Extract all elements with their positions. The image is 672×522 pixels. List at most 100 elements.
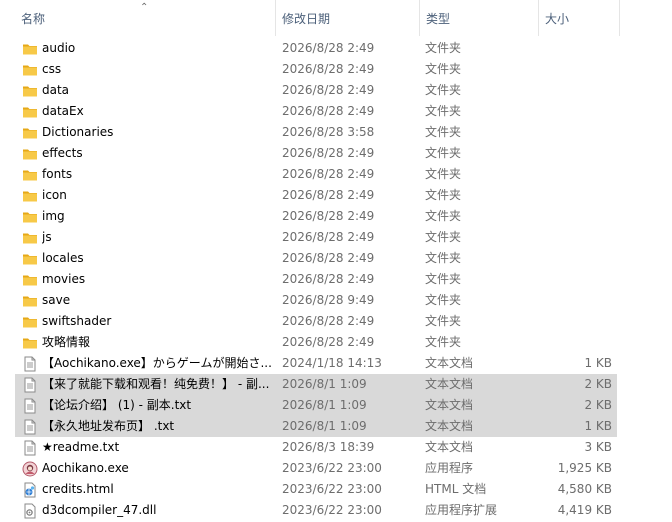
file-type: 文件夹 bbox=[425, 251, 462, 265]
file-type: 文本文档 bbox=[425, 356, 474, 370]
file-row[interactable]: 【来了就能下载和观看！纯免费！】 - 副... 2026/8/1 1:09 文本文档… bbox=[15, 374, 617, 395]
file-row[interactable]: credits.html 2023/6/22 23:00 HTML 文档 4,580 … bbox=[15, 479, 617, 500]
folder-icon bbox=[22, 41, 38, 57]
folder-icon bbox=[22, 314, 38, 330]
folder-row[interactable]: movies 2026/8/28 2:49 文件夹 bbox=[15, 269, 617, 290]
file-type: 文件夹 bbox=[425, 272, 462, 286]
file-modified-date: 2026/8/28 2:49 bbox=[282, 209, 375, 223]
file-type: 文件夹 bbox=[425, 209, 462, 223]
folder-row[interactable]: img 2026/8/28 2:49 文件夹 bbox=[15, 206, 617, 227]
text-file-icon bbox=[22, 398, 38, 414]
file-type: 文本文档 bbox=[425, 398, 474, 412]
file-row[interactable]: 【Aochikano.exe】からゲームが開始さ... 2024/1/18 14:… bbox=[15, 353, 617, 374]
file-name: effects bbox=[42, 146, 83, 160]
folder-row[interactable]: data 2026/8/28 2:49 文件夹 bbox=[15, 80, 617, 101]
file-name: Dictionaries bbox=[42, 125, 114, 139]
column-header-type[interactable]: 类型 bbox=[420, 0, 539, 36]
folder-icon bbox=[22, 62, 38, 78]
file-row[interactable]: d3dcompiler_47.dll 2023/6/22 23:00 应用程序扩展 4… bbox=[15, 500, 617, 521]
file-modified-date: 2026/8/1 1:09 bbox=[282, 377, 367, 391]
file-type: 文本文档 bbox=[425, 419, 474, 433]
file-modified-date: 2026/8/28 2:49 bbox=[282, 230, 375, 244]
file-modified-date: 2026/8/1 1:09 bbox=[282, 398, 367, 412]
file-modified-date: 2023/6/22 23:00 bbox=[282, 482, 382, 496]
file-modified-date: 2026/8/28 2:49 bbox=[282, 188, 375, 202]
folder-icon bbox=[22, 293, 38, 309]
file-size: 3 KB bbox=[584, 440, 612, 454]
file-modified-date: 2026/8/3 18:39 bbox=[282, 440, 375, 454]
file-name: 【论坛介绍】 (1) - 副本.txt bbox=[42, 398, 192, 412]
file-type: 文件夹 bbox=[425, 230, 462, 244]
file-type: 文件夹 bbox=[425, 314, 462, 328]
file-name: ★readme.txt bbox=[42, 440, 120, 454]
folder-icon bbox=[22, 125, 38, 141]
file-modified-date: 2026/8/28 2:49 bbox=[282, 146, 375, 160]
file-modified-date: 2026/8/28 2:49 bbox=[282, 251, 375, 265]
sort-ascending-icon: ⌃ bbox=[140, 2, 149, 13]
folder-icon bbox=[22, 188, 38, 204]
column-header-type-label: 类型 bbox=[426, 12, 451, 26]
file-row[interactable]: 【永久地址发布页】 .txt 2026/8/1 1:09 文本文档 1 KB bbox=[15, 416, 617, 437]
file-modified-date: 2026/8/1 1:09 bbox=[282, 419, 367, 433]
file-modified-date: 2026/8/28 2:49 bbox=[282, 272, 375, 286]
file-modified-date: 2026/8/28 2:49 bbox=[282, 335, 375, 349]
column-header-name[interactable]: 名称 ⌃ bbox=[0, 0, 276, 36]
file-row[interactable]: ★readme.txt 2026/8/3 18:39 文本文档 3 KB bbox=[15, 437, 617, 458]
file-type: 文件夹 bbox=[425, 293, 462, 307]
file-type: 文件夹 bbox=[425, 167, 462, 181]
file-name: save bbox=[42, 293, 71, 307]
folder-icon bbox=[22, 146, 38, 162]
file-type: 文件夹 bbox=[425, 125, 462, 139]
file-name: data bbox=[42, 83, 70, 97]
file-name: 攻略情報 bbox=[42, 335, 91, 349]
folder-row[interactable]: js 2026/8/28 2:49 文件夹 bbox=[15, 227, 617, 248]
file-type: 文本文档 bbox=[425, 440, 474, 454]
file-row[interactable]: 【论坛介绍】 (1) - 副本.txt 2026/8/1 1:09 文本文档 2 KB bbox=[15, 395, 617, 416]
folder-row[interactable]: save 2026/8/28 9:49 文件夹 bbox=[15, 290, 617, 311]
file-name: css bbox=[42, 62, 62, 76]
file-modified-date: 2026/8/28 3:58 bbox=[282, 125, 375, 139]
file-name: locales bbox=[42, 251, 84, 265]
folder-icon bbox=[22, 209, 38, 225]
file-size: 1 KB bbox=[584, 356, 612, 370]
folder-icon bbox=[22, 251, 38, 267]
file-name: d3dcompiler_47.dll bbox=[42, 503, 157, 517]
file-type: 应用程序扩展 bbox=[425, 503, 498, 517]
file-modified-date: 2023/6/22 23:00 bbox=[282, 503, 382, 517]
file-type: 文件夹 bbox=[425, 146, 462, 160]
file-name: 【来了就能下载和观看！纯免费！】 - 副... bbox=[42, 377, 270, 391]
folder-row[interactable]: icon 2026/8/28 2:49 文件夹 bbox=[15, 185, 617, 206]
column-header-date-label: 修改日期 bbox=[282, 12, 331, 26]
file-name: fonts bbox=[42, 167, 73, 181]
file-row[interactable]: Aochikano.exe 2023/6/22 23:00 应用程序 1,925 KB bbox=[15, 458, 617, 479]
file-modified-date: 2026/8/28 2:49 bbox=[282, 62, 375, 76]
file-type: 文件夹 bbox=[425, 335, 462, 349]
text-file-icon bbox=[22, 377, 38, 393]
folder-row[interactable]: dataEx 2026/8/28 2:49 文件夹 bbox=[15, 101, 617, 122]
folder-row[interactable]: audio 2026/8/28 2:49 文件夹 bbox=[15, 38, 617, 59]
file-size: 2 KB bbox=[584, 398, 612, 412]
file-name: dataEx bbox=[42, 104, 84, 118]
folder-row[interactable]: effects 2026/8/28 2:49 文件夹 bbox=[15, 143, 617, 164]
column-header-date[interactable]: 修改日期 bbox=[276, 0, 420, 36]
folder-row[interactable]: Dictionaries 2026/8/28 3:58 文件夹 bbox=[15, 122, 617, 143]
file-name: icon bbox=[42, 188, 67, 202]
column-header-size[interactable]: 大小 bbox=[539, 0, 620, 36]
file-modified-date: 2024/1/18 14:13 bbox=[282, 356, 382, 370]
folder-row[interactable]: fonts 2026/8/28 2:49 文件夹 bbox=[15, 164, 617, 185]
file-name: img bbox=[42, 209, 65, 223]
file-modified-date: 2026/8/28 9:49 bbox=[282, 293, 375, 307]
file-modified-date: 2026/8/28 2:49 bbox=[282, 167, 375, 181]
folder-icon bbox=[22, 335, 38, 351]
file-name: 【Aochikano.exe】からゲームが開始さ... bbox=[42, 356, 272, 370]
folder-row[interactable]: 攻略情報 2026/8/28 2:49 文件夹 bbox=[15, 332, 617, 353]
folder-row[interactable]: css 2026/8/28 2:49 文件夹 bbox=[15, 59, 617, 80]
folder-row[interactable]: locales 2026/8/28 2:49 文件夹 bbox=[15, 248, 617, 269]
file-modified-date: 2026/8/28 2:49 bbox=[282, 314, 375, 328]
column-header-size-label: 大小 bbox=[545, 12, 570, 26]
file-type: 文件夹 bbox=[425, 41, 462, 55]
text-file-icon bbox=[22, 356, 38, 372]
file-type: HTML 文档 bbox=[425, 482, 487, 496]
folder-row[interactable]: swiftshader 2026/8/28 2:49 文件夹 bbox=[15, 311, 617, 332]
file-modified-date: 2023/6/22 23:00 bbox=[282, 461, 382, 475]
